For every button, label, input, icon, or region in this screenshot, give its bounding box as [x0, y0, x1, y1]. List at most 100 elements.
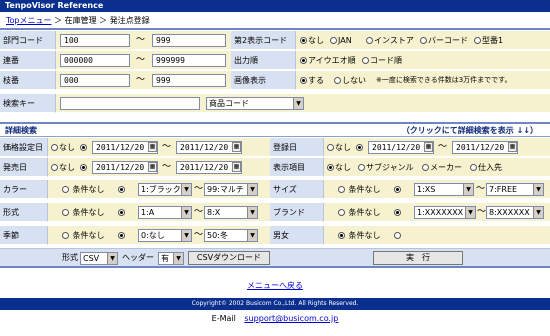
price-date-label: 価格設定日 — [0, 138, 48, 157]
color-none-radio[interactable]: 条件なし — [62, 180, 105, 199]
app-title: TenpoVisor Reference — [0, 0, 550, 12]
season-range-radio[interactable] — [118, 226, 126, 245]
breadcrumb-top-link[interactable]: Topメニュー — [6, 16, 52, 25]
display-maker-radio[interactable]: メーカー — [422, 158, 462, 177]
range-tilde: 〜 — [162, 142, 172, 152]
order-code-radio[interactable]: コード順 — [362, 51, 402, 70]
header-select[interactable]: 有 ▼ — [158, 252, 184, 265]
search-key-select[interactable]: 商品コード ▼ — [206, 97, 304, 110]
size-none-radio[interactable]: 条件なし — [338, 180, 381, 199]
gender-cell: 条件なし — [324, 226, 550, 245]
second-code-instore-radio[interactable]: インストア — [366, 31, 414, 50]
calendar-icon[interactable]: ▦ — [148, 142, 157, 152]
dept-from-input[interactable]: 100 — [60, 34, 130, 47]
second-code-none-radio[interactable]: なし — [300, 31, 324, 50]
row-price-date: 価格設定日 なし 2011/12/20 ▦ 〜 2011/12/20 ▦ 登録日… — [0, 138, 550, 158]
trunk-label: 枝番 — [0, 71, 56, 90]
csv-download-button[interactable]: CSVダウンロード — [188, 251, 270, 265]
shape-none-radio[interactable]: 条件なし — [62, 203, 105, 222]
display-item-cell: なし サブジャンル メーカー 仕入先 — [324, 158, 550, 177]
brand-none-radio[interactable]: 条件なし — [338, 203, 381, 222]
serial-to-input[interactable]: 999999 — [152, 54, 226, 67]
chevron-down-icon: ▼ — [465, 207, 475, 218]
range-tilde: 〜 — [136, 55, 146, 65]
format-label: 形式 — [62, 253, 78, 262]
calendar-icon[interactable]: ▦ — [232, 142, 241, 152]
display-subgenre-radio[interactable]: サブジャンル — [358, 158, 414, 177]
gender-range-radio[interactable] — [394, 226, 402, 245]
color-from-select[interactable]: 1:ブラック ▼ — [138, 183, 192, 196]
reg-date-cell: なし 2011/12/20 ▦ 〜 2011/12/20 ▦ — [324, 138, 550, 157]
second-code-barcode-radio[interactable]: バーコード — [420, 31, 468, 50]
price-date-range-radio[interactable] — [80, 138, 88, 157]
row-season: 季節 条件なし 0:なし ▼ 〜 50:冬 ▼ 男女 条件なし — [0, 226, 550, 246]
back-to-menu: メニューへ戻る — [0, 280, 550, 291]
shape-to-select[interactable]: 8:X ▼ — [204, 206, 258, 219]
season-label: 季節 — [0, 226, 48, 245]
reg-date-range-radio[interactable] — [356, 138, 364, 157]
display-none-radio[interactable]: なし — [327, 158, 351, 177]
chevron-down-icon: ▼ — [247, 184, 257, 195]
row-shape: 形式 条件なし 1:A ▼ 〜 8:X ▼ ブランド 条件なし 1:XXXXXXX ▼… — [0, 203, 550, 223]
image-display-label: 画像表示 — [231, 71, 296, 90]
image-on-radio[interactable]: する — [300, 71, 324, 90]
season-from-select[interactable]: 0:なし ▼ — [138, 229, 192, 242]
second-code-jan-radio[interactable]: JAN — [330, 31, 352, 50]
season-none-radio[interactable]: 条件なし — [62, 226, 105, 245]
serial-from-input[interactable]: 000000 — [60, 54, 130, 67]
trunk-from-input[interactable]: 000 — [60, 74, 130, 87]
chevron-down-icon: ▼ — [533, 207, 543, 218]
order-kana-radio[interactable]: アイウエオ順 — [300, 51, 356, 70]
sale-date-range-radio[interactable] — [80, 158, 88, 177]
calendar-icon[interactable]: ▦ — [508, 142, 517, 152]
divider — [0, 28, 550, 30]
email-link[interactable]: support@busicom.co.jp — [244, 314, 338, 323]
color-label: カラー — [0, 180, 48, 199]
price-date-none-radio[interactable]: なし — [51, 138, 75, 157]
detail-toggle-link[interactable]: （クリックにて詳細検索を表示 ↓↓） — [402, 125, 538, 137]
shape-range-radio[interactable] — [118, 203, 126, 222]
sale-date-label: 発売日 — [0, 158, 48, 177]
brand-to-select[interactable]: 8:XXXXXX ▼ — [486, 206, 544, 219]
reg-date-none-radio[interactable]: なし — [327, 138, 351, 157]
size-from-select[interactable]: 1:XS ▼ — [414, 183, 474, 196]
chevron-down-icon: ▼ — [247, 207, 257, 218]
run-button[interactable]: 実 行 — [373, 251, 463, 265]
breadcrumb-separator: ＞ — [99, 16, 108, 25]
size-range-radio[interactable] — [394, 180, 402, 199]
shape-from-select[interactable]: 1:A ▼ — [138, 206, 192, 219]
brand-from-select[interactable]: 1:XXXXXXX ▼ — [414, 206, 476, 219]
calendar-icon[interactable]: ▦ — [232, 162, 241, 172]
chevron-down-icon: ▼ — [463, 184, 473, 195]
back-to-menu-link[interactable]: メニューへ戻る — [247, 281, 303, 290]
display-supplier-radio[interactable]: 仕入先 — [470, 158, 502, 177]
image-off-radio[interactable]: しない — [334, 71, 366, 90]
serial-cell: 000000 〜 999999 — [56, 51, 231, 70]
trunk-to-input[interactable]: 999 — [152, 74, 226, 87]
format-select[interactable]: CSV ▼ — [80, 252, 118, 265]
sale-date-cell: なし 2011/12/20 ▦ 〜 2011/12/20 ▦ — [48, 158, 270, 177]
search-key-input[interactable] — [60, 97, 200, 110]
second-code-model-radio[interactable]: 型番1 — [474, 31, 503, 50]
search-key-label: 検索キー — [0, 94, 56, 113]
color-cell: 条件なし 1:ブラック ▼ 〜 99:マルチ ▼ — [48, 180, 270, 199]
search-key-cell: 商品コード ▼ — [56, 94, 550, 113]
gender-none-radio[interactable]: 条件なし — [338, 226, 381, 245]
sale-date-none-radio[interactable]: なし — [51, 158, 75, 177]
brand-label: ブランド — [270, 203, 324, 222]
range-tilde: 〜 — [194, 207, 204, 217]
brand-range-radio[interactable] — [394, 203, 402, 222]
season-to-select[interactable]: 50:冬 ▼ — [204, 229, 258, 242]
breadcrumb-separator: ＞ — [54, 16, 63, 25]
chevron-down-icon: ▼ — [181, 230, 191, 241]
chevron-down-icon: ▼ — [181, 184, 191, 195]
range-tilde: 〜 — [194, 184, 204, 194]
calendar-icon[interactable]: ▦ — [424, 142, 433, 152]
breadcrumb-inventory: 在庫管理 — [64, 16, 97, 25]
color-to-select[interactable]: 99:マルチ ▼ — [204, 183, 258, 196]
dept-to-input[interactable]: 999 — [152, 34, 226, 47]
calendar-icon[interactable]: ▦ — [148, 162, 157, 172]
color-range-radio[interactable] — [118, 180, 126, 199]
copyright: Copyright© 2002 Busicom Co.,Ltd. All Rig… — [0, 298, 550, 310]
size-to-select[interactable]: 7:FREE ▼ — [486, 183, 544, 196]
